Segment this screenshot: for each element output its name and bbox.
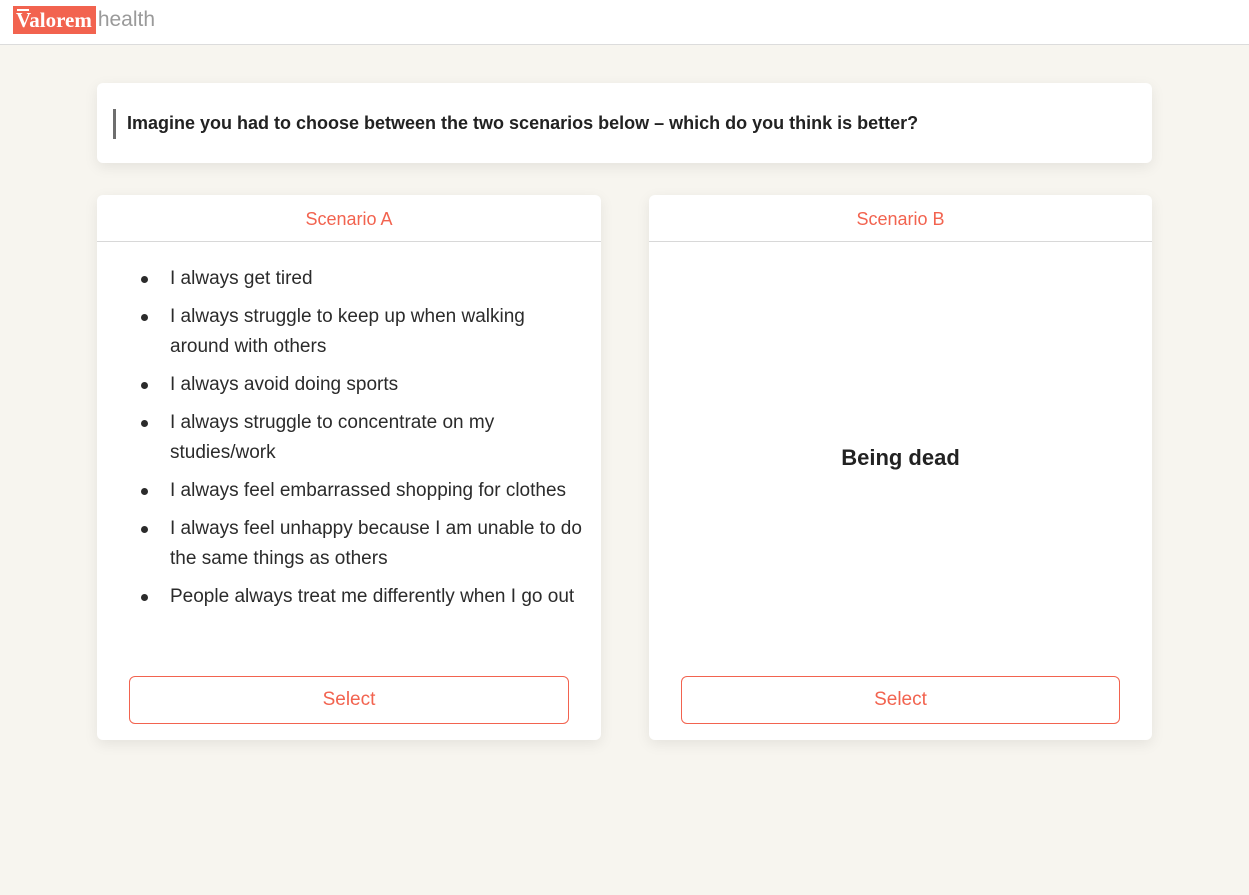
logo-brand-text: Valorem (13, 6, 96, 34)
question-card: Imagine you had to choose between the tw… (97, 83, 1152, 163)
select-scenario-a-button[interactable]: Select (129, 676, 569, 724)
list-item: I always get tired (141, 264, 587, 294)
logo-suffix-text: health (97, 8, 156, 31)
list-item: People always treat me differently when … (141, 582, 587, 612)
scenario-a-card: Scenario A I always get tired I always s… (97, 195, 601, 740)
list-item: I always avoid doing sports (141, 370, 587, 400)
list-item: I always struggle to keep up when walkin… (141, 302, 587, 362)
top-bar: Valorem health (0, 0, 1249, 45)
valorem-health-logo[interactable]: Valorem health (13, 6, 155, 34)
select-scenario-b-button[interactable]: Select (681, 676, 1120, 724)
scenario-b-text: Being dead (841, 445, 960, 470)
question-text: Imagine you had to choose between the tw… (127, 113, 919, 133)
scenario-b-title: Scenario B (649, 195, 1152, 242)
scenario-a-title: Scenario A (97, 195, 601, 242)
list-item: I always feel unhappy because I am unabl… (141, 514, 587, 574)
question-accent-bar (113, 109, 116, 139)
scenario-b-card: Scenario B Being dead Select (649, 195, 1152, 740)
scenario-a-list: I always get tired I always struggle to … (141, 264, 587, 620)
list-item: I always feel embarrassed shopping for c… (141, 476, 587, 506)
list-item: I always struggle to concentrate on my s… (141, 408, 587, 468)
